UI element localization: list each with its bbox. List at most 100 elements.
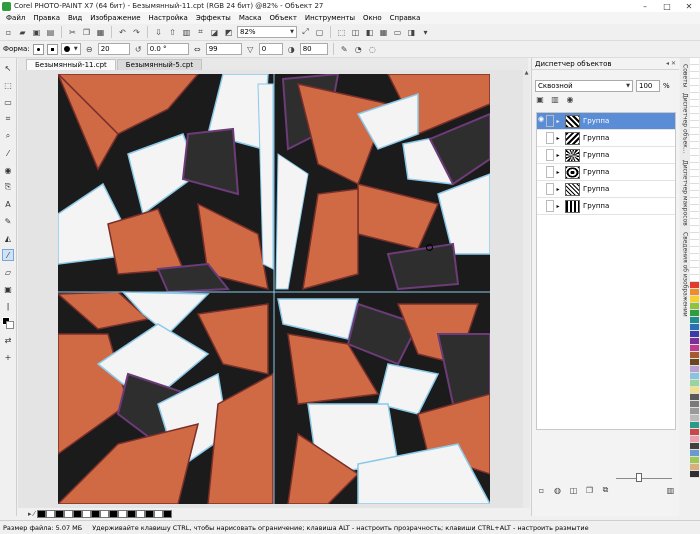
flatten-field[interactable]: 99 [205,43,242,55]
lock-toggle[interactable] [546,132,554,144]
rotation-field[interactable]: 0.0 ° [146,43,189,55]
image-canvas[interactable] [58,74,490,504]
undo-icon[interactable]: ↶ [117,27,128,38]
print-icon[interactable]: ▤ [45,27,56,38]
reset-icon[interactable]: ◌ [367,44,378,55]
workspace[interactable] [18,70,530,508]
eye-icon[interactable]: ◉ [537,115,545,127]
expand-icon[interactable]: ▸ [554,169,562,176]
menu-edit[interactable]: Правка [29,14,64,22]
effect-tool-icon[interactable]: ⁄ [2,249,14,261]
group-icon[interactable]: ▥ [550,94,560,104]
paste-icon[interactable]: ▦ [95,27,106,38]
menu-adjust[interactable]: Настройка [145,14,192,22]
layer-row[interactable]: ▸ Группа [537,198,675,215]
full-screen-icon[interactable]: ▢ [314,27,325,38]
expand-icon[interactable]: ▸ [554,203,562,210]
lock-toggle[interactable] [546,166,554,178]
close-button[interactable]: ✕ [678,0,700,12]
layer-row[interactable]: ▸ Группа [537,181,675,198]
trash-icon[interactable]: ▥ [665,485,676,496]
thumbnail-size-slider[interactable] [616,473,672,483]
zoom-tool-icon[interactable]: ⌕ [2,130,14,142]
menu-help[interactable]: Справка [386,14,425,22]
tab-image-info[interactable]: Сведения об изображении [682,232,689,317]
lock-toggle[interactable] [546,183,554,195]
eye-icon[interactable] [537,200,545,212]
tab-macro-manager[interactable]: Диспетчер макросов [682,160,689,226]
color-swatches[interactable] [2,317,14,329]
lock-toggle[interactable] [546,115,554,127]
combine-icon[interactable]: ❐ [584,485,595,496]
expand-icon[interactable]: ▸ [554,118,562,125]
eye-icon[interactable] [537,132,545,144]
antialias-icon[interactable]: ◔ [353,44,364,55]
new-object-icon[interactable]: ▫ [536,485,547,496]
menu-image[interactable]: Изображение [86,14,144,22]
eraser-tool-icon[interactable]: ▱ [2,266,14,278]
red-eye-icon[interactable]: ◉ [2,164,14,176]
color-eyedropper-icon[interactable]: ǀ [2,300,14,312]
swap-colors-icon[interactable]: ⇄ [2,334,14,346]
expand-icon[interactable]: ▸ [554,186,562,193]
export-icon[interactable]: ⇧ [167,27,178,38]
menu-view[interactable]: Вид [64,14,86,22]
eye-icon[interactable] [537,149,545,161]
lock-icon[interactable]: ▣ [535,94,545,104]
layer-row[interactable]: ▸ Группа [537,130,675,147]
rulers-icon[interactable]: ▭ [392,27,403,38]
mask-icon[interactable]: ◫ [350,27,361,38]
options-icon[interactable]: ▾ [420,27,431,38]
eye-icon[interactable] [537,183,545,195]
tab-document-11[interactable]: Безымянный-11.cpt [26,59,116,70]
eyedropper-small-icon[interactable]: ⁄ [34,510,35,518]
crop-tool-icon[interactable]: ⌗ [2,113,14,125]
marquee-icon[interactable]: ⬚ [336,27,347,38]
docker-controls[interactable]: ◂ ✕ [666,60,676,67]
fill-tool-icon[interactable]: ◭ [2,232,14,244]
menu-tools[interactable]: Инструменты [301,14,359,22]
shape-square-button[interactable] [46,43,58,55]
save-icon[interactable]: ▣ [31,27,42,38]
lock-toggle[interactable] [546,200,554,212]
expand-icon[interactable]: ▸ [554,135,562,142]
layer-row[interactable]: ▸ Группа [537,164,675,181]
opacity-field[interactable]: 100 [636,80,660,92]
rectangle-mask-icon[interactable]: ▭ [2,96,14,108]
maximize-button[interactable]: □ [656,0,678,12]
group-objects-icon[interactable]: ⧉ [600,485,611,496]
new-lens-icon[interactable]: ◍ [552,485,563,496]
layer-row[interactable]: ◉ ▸ Группа [537,113,675,130]
scroll-up-icon[interactable]: ▲ [523,70,530,76]
soft-edge-field[interactable]: 80 [299,43,328,55]
menu-window[interactable]: Окно [359,14,386,22]
size-field[interactable]: 20 [97,43,130,55]
new-file-icon[interactable]: ▫ [3,27,14,38]
text-tool-icon[interactable]: A [2,198,14,210]
zoom-combo[interactable]: 82% ▼ [237,26,297,38]
color-palette[interactable] [690,58,700,516]
guides-icon[interactable]: ◨ [406,27,417,38]
palette-strip[interactable] [36,510,172,518]
nib-shape-combo[interactable]: ▼ [60,43,81,55]
minimize-button[interactable]: – [634,0,656,12]
brush-settings-icon[interactable]: ✎ [339,44,350,55]
tab-object-manager[interactable]: Диспетчер объек... [682,93,689,154]
expand-icon[interactable]: ▸ [554,152,562,159]
object-icon[interactable]: ◧ [364,27,375,38]
transparency-tool-icon[interactable]: ▣ [2,283,14,295]
adjust-icon[interactable]: ◩ [223,27,234,38]
add-tool-icon[interactable]: + [2,351,14,363]
open-folder-icon[interactable]: ▰ [17,27,28,38]
merge-mode-select[interactable]: Сквозной ▼ [535,80,633,92]
redo-icon[interactable]: ↷ [131,27,142,38]
shape-circle-button[interactable] [32,43,44,55]
vertical-scrollbar[interactable]: ▲ [523,70,530,508]
paint-tool-icon[interactable]: ✎ [2,215,14,227]
mask-transform-icon[interactable]: ⬚ [2,79,14,91]
import-icon[interactable]: ⇩ [153,27,164,38]
cut-icon[interactable]: ✂ [67,27,78,38]
grid-icon[interactable]: ▦ [378,27,389,38]
menu-object[interactable]: Объект [266,14,301,22]
background-color[interactable] [6,321,14,329]
